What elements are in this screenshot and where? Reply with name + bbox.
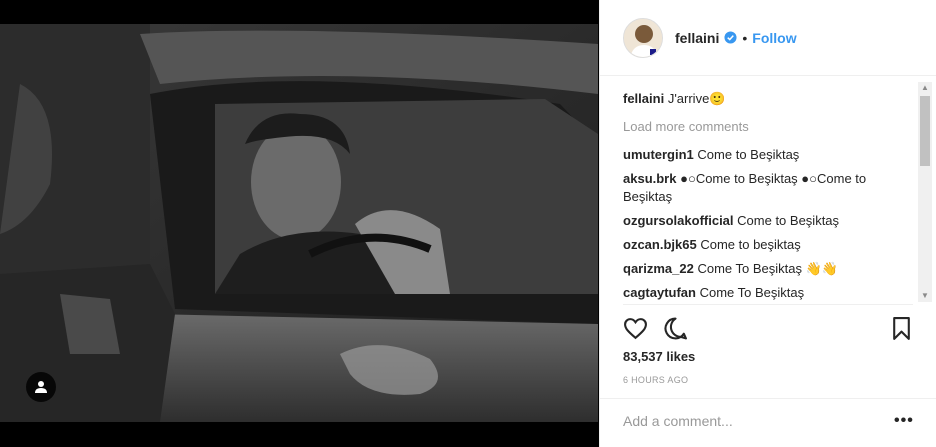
scroll-up-arrow-icon[interactable]: ▲: [918, 82, 932, 94]
comment-username[interactable]: qarizma_22: [623, 261, 694, 276]
bookmark-icon[interactable]: [889, 316, 914, 341]
comment-text: Come to Beşiktaş: [737, 213, 840, 228]
comment-bubble-icon[interactable]: [663, 316, 688, 341]
post-side-panel: fellaini • Follow fellaini J'arrive🙂 Loa…: [599, 0, 936, 447]
comment-username[interactable]: ozcan.bjk65: [623, 237, 697, 252]
post-actions: [623, 316, 915, 342]
comment-username[interactable]: ozgursolakofficial: [623, 213, 734, 228]
photo-image: [0, 24, 598, 422]
divider: [600, 398, 936, 399]
comment-item: ozgursolakofficial Come to Beşiktaş: [623, 212, 913, 230]
caption: fellaini J'arrive🙂: [623, 90, 913, 108]
username-link[interactable]: fellaini: [675, 30, 719, 46]
comments-scrollbar[interactable]: ▲ ▼: [918, 82, 932, 302]
likes-count[interactable]: 83,537 likes: [623, 349, 695, 364]
comment-text: Come to beşiktaş: [700, 237, 801, 252]
heart-icon[interactable]: [623, 316, 648, 341]
follow-button[interactable]: Follow: [752, 30, 796, 46]
more-options-button[interactable]: •••: [894, 413, 914, 429]
scroll-down-arrow-icon[interactable]: ▼: [918, 290, 932, 302]
caption-text: J'arrive🙂: [667, 91, 726, 106]
comments-list: fellaini J'arrive🙂 Load more comments um…: [623, 86, 913, 304]
user-tag-icon: [35, 381, 47, 393]
avatar[interactable]: [623, 17, 663, 58]
comment-text: Come To Beşiktaş 👋👋: [697, 261, 838, 276]
avatar-image: [624, 18, 662, 57]
post-photo[interactable]: [0, 24, 598, 422]
comment-username[interactable]: umutergin1: [623, 147, 694, 162]
caption-username[interactable]: fellaini: [623, 91, 664, 106]
comment-item: qarizma_22 Come To Beşiktaş 👋👋: [623, 260, 913, 278]
user-tag-button[interactable]: [26, 372, 56, 402]
comment-item: cagtaytufan Come To Beşiktaş: [623, 284, 913, 302]
comment-text: Come To Beşiktaş: [699, 285, 805, 300]
post-header: fellaini • Follow: [600, 0, 936, 76]
divider: [623, 304, 913, 305]
comment-item: umutergin1 Come to Beşiktaş: [623, 146, 913, 164]
verified-badge-icon: [724, 31, 737, 44]
separator-dot: •: [742, 29, 748, 46]
comment-username[interactable]: cagtaytufan: [623, 285, 696, 300]
load-more-comments-button[interactable]: Load more comments: [623, 118, 913, 136]
comment-item: aksu.brk ●○Come to Beşiktaş ●○Come to Be…: [623, 170, 913, 206]
comment-item: ozcan.bjk65 Come to beşiktaş: [623, 236, 913, 254]
comment-username[interactable]: aksu.brk: [623, 171, 676, 186]
scrollbar-thumb[interactable]: [920, 96, 930, 166]
post-timestamp[interactable]: 6 HOURS AGO: [623, 375, 688, 385]
comment-text: Come to Beşiktaş: [697, 147, 800, 162]
add-comment-input[interactable]: [623, 413, 883, 429]
